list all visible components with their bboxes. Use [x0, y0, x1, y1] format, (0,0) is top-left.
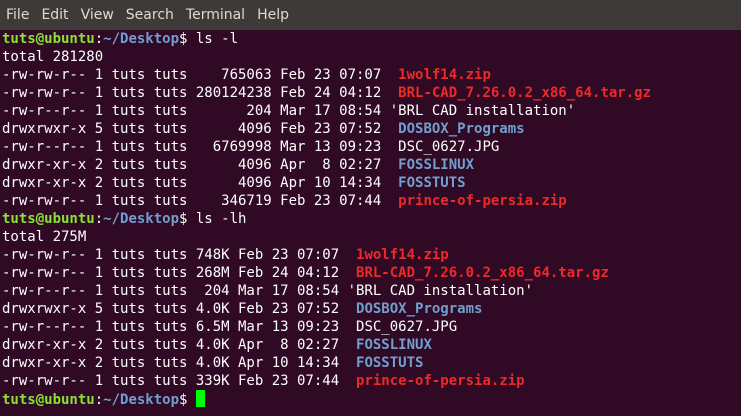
prompt-line: tuts@ubuntu:~/Desktop$ ls -lh: [2, 210, 741, 228]
prompt-user-host: tuts@ubuntu: [2, 211, 95, 227]
prompt-user-host: tuts@ubuntu: [2, 31, 95, 47]
listing-row: -rw-rw-r-- 1 tuts tuts 346719 Feb 23 07:…: [2, 192, 741, 210]
file-meta: -rw-rw-r-- 1 tuts tuts 280124238 Feb 24 …: [2, 85, 399, 101]
prompt-symbol: $: [179, 31, 196, 47]
file-meta: -rw-rw-r-- 1 tuts tuts 268M Feb 24 04:12: [2, 265, 357, 281]
listing-row: drwxr-xr-x 2 tuts tuts 4096 Apr 10 14:34…: [2, 174, 741, 192]
listing-row: drwxr-xr-x 2 tuts tuts 4096 Apr 8 02:27 …: [2, 156, 741, 174]
listing-row: -rw-rw-r-- 1 tuts tuts 268M Feb 24 04:12…: [2, 264, 741, 282]
menu-search[interactable]: Search: [126, 7, 174, 23]
cursor-block: [195, 390, 205, 407]
menu-edit[interactable]: Edit: [41, 7, 68, 23]
file-meta: -rw-rw-r-- 1 tuts tuts 748K Feb 23 07:07: [2, 247, 357, 263]
prompt-separator: :: [94, 31, 104, 47]
file-meta: -rw-r--r-- 1 tuts tuts 6769998 Mar 13 09…: [2, 139, 399, 155]
directory-name: FOSSLINUX: [356, 337, 432, 353]
total-line: total 281280: [2, 49, 104, 65]
listing-row: -rw-r--r-- 1 tuts tuts 6.5M Mar 13 09:23…: [2, 318, 741, 336]
directory-name: FOSSTUTS: [398, 175, 466, 191]
directory-name: DOSBOX_Programs: [356, 301, 483, 317]
menu-help[interactable]: Help: [257, 7, 289, 23]
file-name: 1wolf14.zip: [398, 67, 491, 83]
file-meta: drwxr-xr-x 2 tuts tuts 4.0K Apr 10 14:34: [2, 355, 357, 371]
file-name: 1wolf14.zip: [356, 247, 449, 263]
menu-view[interactable]: View: [81, 7, 114, 23]
prompt-path: ~/Desktop: [103, 392, 180, 408]
menu-file[interactable]: File: [6, 7, 29, 23]
file-meta: drwxrwxr-x 5 tuts tuts 4096 Feb 23 07:52: [2, 121, 399, 137]
file-meta: drwxr-xr-x 2 tuts tuts 4.0K Apr 8 02:27: [2, 337, 357, 353]
file-name: BRL-CAD_7.26.0.2_x86_64.tar.gz: [356, 265, 609, 281]
directory-name: FOSSLINUX: [398, 157, 475, 173]
listing-row: drwxr-xr-x 2 tuts tuts 4.0K Apr 10 14:34…: [2, 354, 741, 372]
terminal-output[interactable]: tuts@ubuntu:~/Desktop$ ls -l total 281280…: [0, 30, 741, 416]
command-text: ls -lh: [195, 211, 247, 227]
directory-name: FOSSTUTS: [356, 355, 424, 371]
file-meta: -rw-rw-r-- 1 tuts tuts 765063 Feb 23 07:…: [2, 67, 399, 83]
listing-row: drwxrwxr-x 5 tuts tuts 4.0K Feb 23 07:52…: [2, 300, 741, 318]
listing-row: -rw-r--r-- 1 tuts tuts 204 Mar 17 08:54 …: [2, 102, 741, 120]
file-name: prince-of-persia.zip: [398, 193, 567, 209]
prompt-symbol: $: [179, 392, 196, 408]
prompt-separator: :: [94, 211, 104, 227]
file-meta: -rw-r--r-- 1 tuts tuts 204 Mar 17 08:54: [2, 283, 348, 299]
listing-row: -rw-rw-r-- 1 tuts tuts 748K Feb 23 07:07…: [2, 246, 741, 264]
file-name: 'BRL CAD installation': [347, 283, 534, 299]
file-meta: drwxrwxr-x 5 tuts tuts 4.0K Feb 23 07:52: [2, 301, 357, 317]
listing-row: drwxr-xr-x 2 tuts tuts 4.0K Apr 8 02:27 …: [2, 336, 741, 354]
menu-terminal[interactable]: Terminal: [186, 7, 245, 23]
prompt-symbol: $: [179, 211, 196, 227]
listing-row: -rw-rw-r-- 1 tuts tuts 280124238 Feb 24 …: [2, 84, 741, 102]
prompt-path: ~/Desktop: [103, 31, 180, 47]
total-line: total 275M: [2, 229, 87, 245]
file-name: prince-of-persia.zip: [356, 373, 525, 389]
file-meta: drwxr-xr-x 2 tuts tuts 4096 Apr 10 14:34: [2, 175, 399, 191]
prompt-line: tuts@ubuntu:~/Desktop$ ls -l: [2, 30, 741, 48]
file-meta: -rw-r--r-- 1 tuts tuts 204 Mar 17 08:54: [2, 103, 390, 119]
file-meta: -rw-rw-r-- 1 tuts tuts 346719 Feb 23 07:…: [2, 193, 399, 209]
prompt-path: ~/Desktop: [103, 211, 180, 227]
command-text: ls -l: [195, 31, 239, 47]
listing-row: -rw-rw-r-- 1 tuts tuts 765063 Feb 23 07:…: [2, 66, 741, 84]
file-name: DSC_0627.JPG: [398, 139, 500, 155]
listing-row: drwxrwxr-x 5 tuts tuts 4096 Feb 23 07:52…: [2, 120, 741, 138]
file-name: BRL-CAD_7.26.0.2_x86_64.tar.gz: [398, 85, 652, 101]
terminal-window: File Edit View Search Terminal Help tuts…: [0, 0, 741, 416]
listing-row: -rw-rw-r-- 1 tuts tuts 339K Feb 23 07:44…: [2, 372, 741, 390]
file-meta: drwxr-xr-x 2 tuts tuts 4096 Apr 8 02:27: [2, 157, 399, 173]
directory-name: DOSBOX_Programs: [398, 121, 525, 137]
prompt-separator: :: [94, 392, 104, 408]
file-name: 'BRL CAD installation': [389, 103, 576, 119]
menubar: File Edit View Search Terminal Help: [0, 0, 741, 30]
listing-row: -rw-r--r-- 1 tuts tuts 204 Mar 17 08:54 …: [2, 282, 741, 300]
file-meta: -rw-rw-r-- 1 tuts tuts 339K Feb 23 07:44: [2, 373, 357, 389]
file-meta: -rw-r--r-- 1 tuts tuts 6.5M Mar 13 09:23: [2, 319, 357, 335]
listing-row: -rw-r--r-- 1 tuts tuts 6769998 Mar 13 09…: [2, 138, 741, 156]
file-name: DSC_0627.JPG: [356, 319, 458, 335]
prompt-line: tuts@ubuntu:~/Desktop$: [2, 390, 741, 408]
prompt-user-host: tuts@ubuntu: [2, 392, 95, 408]
